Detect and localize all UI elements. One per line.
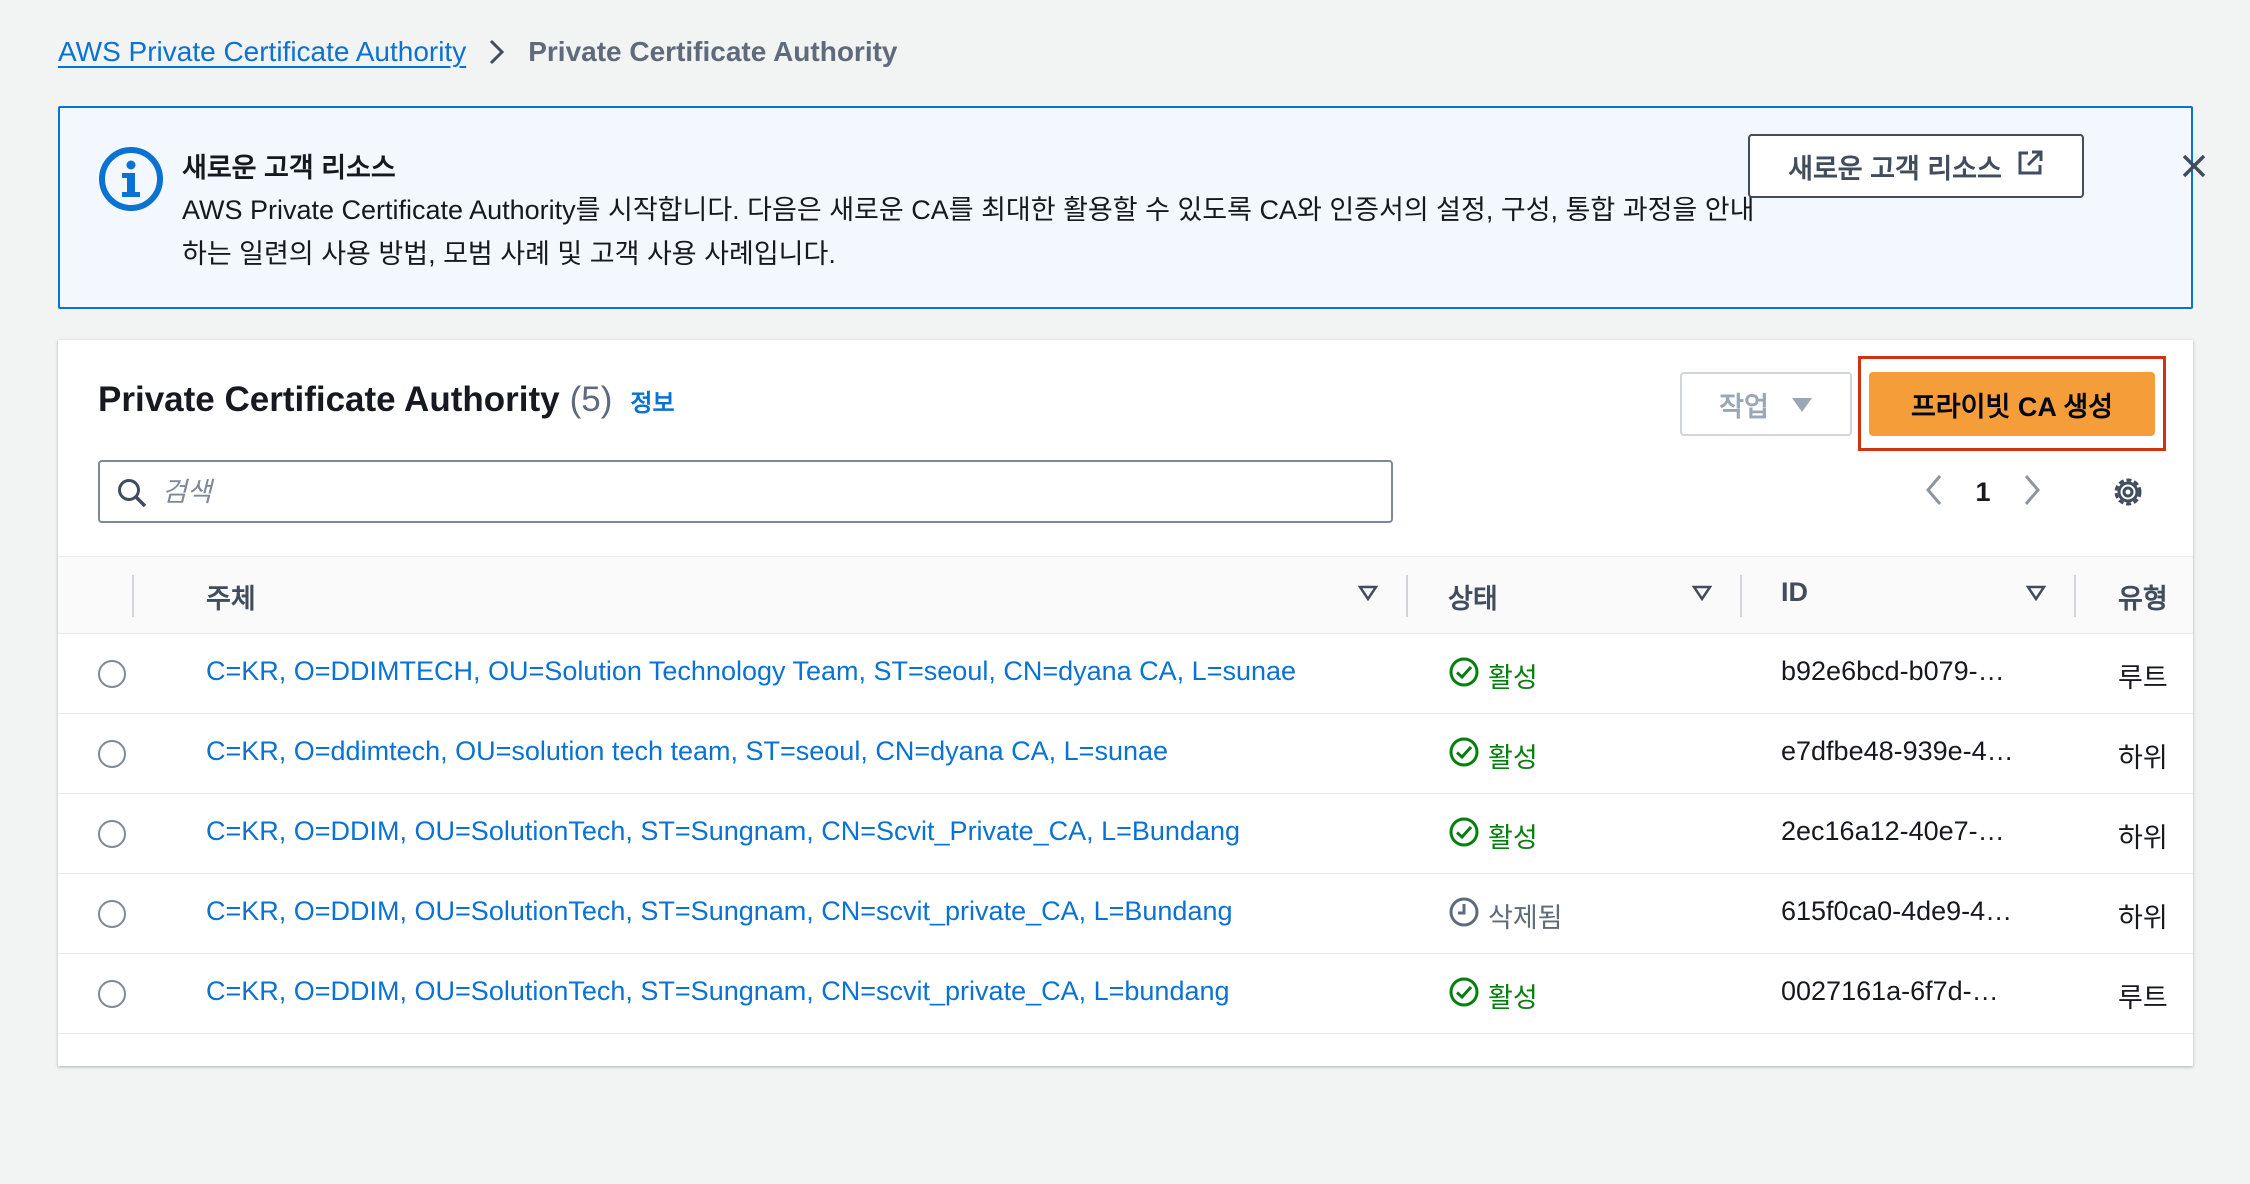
customer-resources-label: 새로운 고객 리소스 bbox=[1788, 153, 2002, 184]
info-icon bbox=[98, 146, 164, 212]
create-private-ca-button[interactable]: 프라이빗 CA 생성 bbox=[1869, 372, 2155, 436]
ca-type: 하위 bbox=[2118, 823, 2168, 853]
status-label: 활성 bbox=[1488, 823, 1538, 853]
table-row[interactable]: C=KR, O=DDIM, OU=SolutionTech, ST=Sungna… bbox=[58, 874, 2193, 954]
column-header-subject[interactable]: 주체 bbox=[206, 577, 256, 616]
table-row[interactable]: C=KR, O=ddimtech, OU=solution tech team,… bbox=[58, 714, 2193, 794]
row-select-radio[interactable] bbox=[98, 660, 126, 688]
row-select-radio[interactable] bbox=[98, 820, 126, 848]
gear-icon[interactable] bbox=[2110, 474, 2146, 515]
status-success-icon bbox=[1448, 736, 1480, 775]
page: AWS Private Certificate Authority Privat… bbox=[0, 0, 2250, 1184]
status-pending-clock-icon bbox=[1448, 896, 1480, 935]
status-success-icon bbox=[1448, 816, 1480, 855]
sort-caret-icon[interactable] bbox=[1691, 585, 1713, 606]
subject-link[interactable]: C=KR, O=DDIM, OU=SolutionTech, ST=Sungna… bbox=[206, 896, 1233, 927]
ca-id: b92e6bcd-b079-… bbox=[1781, 656, 2005, 686]
ca-type: 루트 bbox=[2118, 983, 2168, 1013]
subject-link[interactable]: C=KR, O=DDIMTECH, OU=Solution Technology… bbox=[206, 656, 1296, 687]
ca-id: 2ec16a12-40e7-… bbox=[1781, 816, 2005, 846]
pagination: 1 bbox=[1924, 468, 2042, 516]
column-divider bbox=[132, 575, 134, 617]
table-row[interactable]: C=KR, O=DDIMTECH, OU=Solution Technology… bbox=[58, 634, 2193, 714]
search-field[interactable] bbox=[98, 460, 1393, 523]
caret-down-icon bbox=[1791, 389, 1813, 420]
status-success-icon bbox=[1448, 976, 1480, 1015]
table-title: Private Certificate Authority bbox=[98, 380, 560, 419]
ca-id: e7dfbe48-939e-4… bbox=[1781, 736, 2014, 766]
status-cell: 활성 bbox=[1448, 736, 1538, 775]
table-header-title: Private Certificate Authority (5) 정보 bbox=[98, 380, 675, 420]
column-header-status[interactable]: 상태 bbox=[1448, 577, 1498, 616]
column-header-id[interactable]: ID bbox=[1781, 577, 1808, 608]
table-row[interactable]: C=KR, O=DDIM, OU=SolutionTech, ST=Sungna… bbox=[58, 954, 2193, 1034]
subject-link[interactable]: C=KR, O=ddimtech, OU=solution tech team,… bbox=[206, 736, 1168, 767]
external-link-icon bbox=[2016, 149, 2044, 184]
ca-type: 하위 bbox=[2118, 903, 2168, 933]
table-count: (5) bbox=[569, 380, 613, 419]
actions-label: 작업 bbox=[1719, 391, 1769, 422]
ca-id: 0027161a-6f7d-… bbox=[1781, 976, 1999, 1006]
ca-type: 하위 bbox=[2118, 743, 2168, 773]
column-header-type[interactable]: 유형 bbox=[2118, 577, 2168, 616]
status-success-icon bbox=[1448, 656, 1480, 695]
status-label: 삭제됨 bbox=[1488, 903, 1563, 933]
info-flashbar: 새로운 고객 리소스 AWS Private Certificate Autho… bbox=[58, 106, 2206, 309]
subject-link[interactable]: C=KR, O=DDIM, OU=SolutionTech, ST=Sungna… bbox=[206, 816, 1240, 847]
status-label: 활성 bbox=[1488, 983, 1538, 1013]
info-flashbar-title: 새로운 고객 리소스 bbox=[182, 153, 396, 183]
ca-type: 루트 bbox=[2118, 663, 2168, 693]
status-cell: 삭제됨 bbox=[1448, 896, 1563, 935]
column-divider[interactable] bbox=[2074, 575, 2076, 617]
sort-caret-icon[interactable] bbox=[2025, 585, 2047, 606]
row-select-radio[interactable] bbox=[98, 740, 126, 768]
sort-caret-icon[interactable] bbox=[1357, 585, 1379, 606]
search-input[interactable] bbox=[162, 470, 1362, 514]
chevron-right-icon bbox=[488, 38, 506, 66]
subject-link[interactable]: C=KR, O=DDIM, OU=SolutionTech, ST=Sungna… bbox=[206, 976, 1230, 1007]
actions-dropdown-button[interactable]: 작업 bbox=[1680, 372, 1852, 436]
table-column-header: 주체 상태 ID 유형 bbox=[58, 556, 2193, 634]
row-select-radio[interactable] bbox=[98, 900, 126, 928]
breadcrumb: AWS Private Certificate Authority Privat… bbox=[58, 32, 898, 72]
ca-id: 615f0ca0-4de9-4… bbox=[1781, 896, 2013, 926]
chevron-left-icon[interactable] bbox=[1924, 473, 1944, 512]
info-link[interactable]: 정보 bbox=[630, 383, 674, 418]
status-label: 활성 bbox=[1488, 663, 1538, 693]
ca-table-panel: Private Certificate Authority (5) 정보 작업 … bbox=[58, 340, 2193, 1066]
status-cell: 활성 bbox=[1448, 976, 1538, 1015]
status-label: 활성 bbox=[1488, 743, 1538, 773]
status-cell: 활성 bbox=[1448, 816, 1538, 855]
close-icon[interactable] bbox=[2172, 144, 2216, 188]
info-flashbar-body: AWS Private Certificate Authority를 시작합니다… bbox=[182, 195, 1755, 269]
table-row[interactable]: C=KR, O=DDIM, OU=SolutionTech, ST=Sungna… bbox=[58, 794, 2193, 874]
page-number[interactable]: 1 bbox=[1970, 477, 1996, 508]
column-divider[interactable] bbox=[1740, 575, 1742, 617]
chevron-right-icon[interactable] bbox=[2022, 473, 2042, 512]
row-select-radio[interactable] bbox=[98, 980, 126, 1008]
breadcrumb-current: Private Certificate Authority bbox=[528, 36, 898, 67]
breadcrumb-link-root[interactable]: AWS Private Certificate Authority bbox=[58, 36, 466, 68]
column-divider[interactable] bbox=[1406, 575, 1408, 617]
customer-resources-button[interactable]: 새로운 고객 리소스 bbox=[1748, 134, 2084, 198]
status-cell: 활성 bbox=[1448, 656, 1538, 695]
